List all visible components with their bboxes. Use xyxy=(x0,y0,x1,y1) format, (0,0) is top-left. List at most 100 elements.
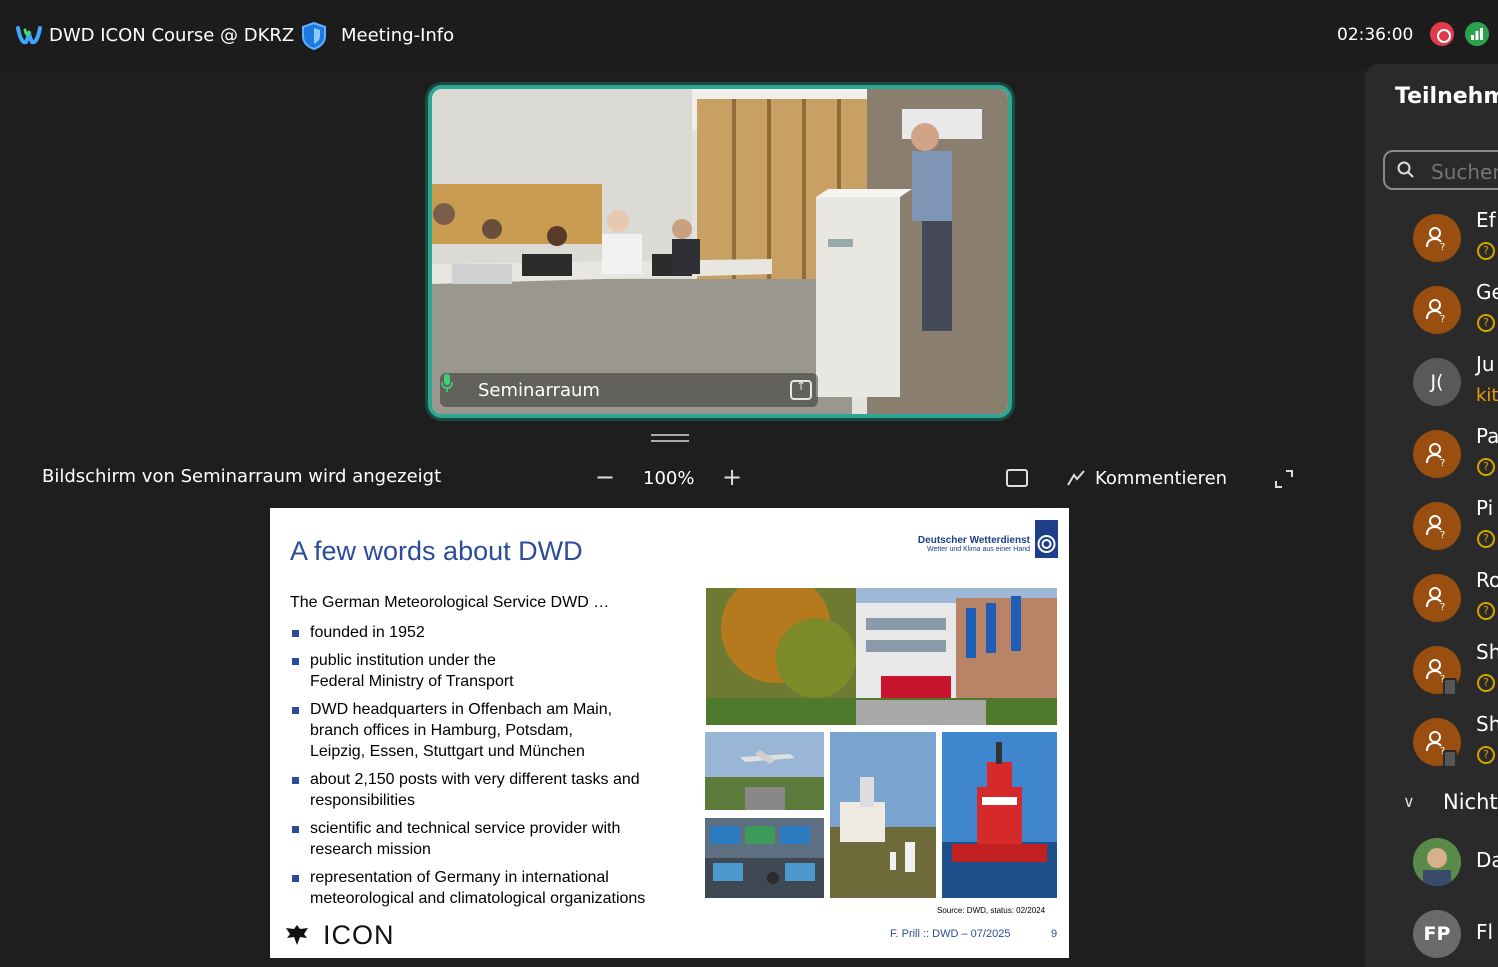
participant-name: Pi xyxy=(1476,496,1494,520)
guest-user-icon: ? xyxy=(1426,299,1445,323)
screen-share-status: Bildschirm von Seminarraum wird angezeig… xyxy=(42,466,442,487)
slide-bullet: DWD headquarters in Offenbach am Main, b… xyxy=(290,699,690,762)
guest-user-icon: ? xyxy=(1426,443,1445,467)
participant-row[interactable]: FP Fl xyxy=(1365,910,1498,967)
initials-avatar: FP xyxy=(1413,910,1461,958)
svg-text:?: ? xyxy=(1440,242,1445,251)
participant-name: Ef xyxy=(1476,208,1496,232)
participant-name: Ge xyxy=(1476,280,1498,304)
participant-name: Da xyxy=(1476,848,1498,872)
guest-status-icon: ? xyxy=(1477,602,1495,620)
meeting-title: DWD ICON Course @ DKRZ xyxy=(49,25,295,46)
meeting-timer: 02:36:00 xyxy=(1337,25,1414,45)
view-options-icon[interactable] xyxy=(1006,469,1028,487)
top-bar: DWD ICON Course @ DKRZ Meeting-Info 02:3… xyxy=(0,0,1498,70)
fullscreen-icon[interactable] xyxy=(1274,469,1294,489)
active-speaker-video[interactable]: Seminarraum xyxy=(428,85,1012,418)
mobile-device-icon xyxy=(1443,750,1457,768)
dwd-logo-tagline: Wetter und Klima aus einer Hand xyxy=(927,546,1030,553)
participant-row[interactable]: ? Sh ? xyxy=(1365,712,1498,788)
svg-text:?: ? xyxy=(1440,314,1445,323)
guest-avatar: ? xyxy=(1413,502,1461,550)
slide-page-number: 9 xyxy=(1051,928,1058,940)
participants-panel: Teilnehm ? Ef ? ? Ge ? J( Ju kit ? Pa ? … xyxy=(1365,64,1498,967)
video-participant-name: Seminarraum xyxy=(478,380,600,401)
user-photo xyxy=(1413,838,1461,886)
mobile-device-icon xyxy=(1443,678,1457,696)
network-signal-icon[interactable] xyxy=(1465,22,1489,46)
participant-row[interactable]: J( Ju kit xyxy=(1365,352,1498,428)
participant-row[interactable]: ? Pa ? xyxy=(1365,424,1498,500)
zoom-in-button[interactable]: + xyxy=(719,463,745,491)
photo-avatar xyxy=(1413,838,1461,886)
guest-status-icon: ? xyxy=(1477,746,1495,764)
dwd-headquarters-photo xyxy=(706,588,1057,725)
participant-name: Fl xyxy=(1476,920,1494,944)
guest-avatar: ? xyxy=(1413,430,1461,478)
guest-avatar: ? xyxy=(1413,214,1461,262)
section-header[interactable]: Nicht xyxy=(1443,790,1498,814)
guest-status-icon: ? xyxy=(1477,314,1495,332)
guest-status-icon: ? xyxy=(1477,674,1495,692)
participant-name: Sh xyxy=(1476,640,1498,664)
shared-slide: A few words about DWD Deutscher Wetterdi… xyxy=(270,508,1069,958)
measurement-buoy-photo xyxy=(942,732,1057,898)
initials-avatar: J( xyxy=(1413,358,1461,406)
slide-title: A few words about DWD xyxy=(290,536,583,566)
participant-row[interactable]: ? Sh ? xyxy=(1365,640,1498,716)
forecast-office-photo xyxy=(705,818,824,898)
popout-icon[interactable] xyxy=(790,379,812,400)
recording-icon[interactable] xyxy=(1430,22,1454,46)
participant-row[interactable]: ? Pi ? xyxy=(1365,496,1498,572)
dwd-logo: Deutscher Wetterdienst Wetter und Klima … xyxy=(912,535,1030,553)
microphone-icon xyxy=(441,374,453,392)
slide-bullet: scientific and technical service provide… xyxy=(290,818,690,860)
guest-user-icon: ? xyxy=(1426,587,1445,611)
guest-user-icon: ? xyxy=(1426,515,1445,539)
panel-title: Teilnehm xyxy=(1395,84,1498,109)
svg-text:?: ? xyxy=(1440,602,1445,611)
meeting-info-button[interactable]: Meeting-Info xyxy=(341,25,454,46)
guest-status-icon: ? xyxy=(1477,530,1495,548)
participant-subtitle: kit xyxy=(1476,385,1498,406)
search-input[interactable] xyxy=(1431,160,1498,184)
guest-user-icon: ? xyxy=(1426,227,1445,251)
guest-avatar: ? xyxy=(1413,286,1461,334)
guest-status-icon: ? xyxy=(1477,458,1495,476)
shield-icon[interactable] xyxy=(300,21,328,51)
annotate-button[interactable]: Kommentieren xyxy=(1095,468,1227,489)
slide-intro: The German Meteorological Service DWD … xyxy=(290,594,610,611)
weather-station-photo xyxy=(830,732,936,898)
participant-name: Ju xyxy=(1476,352,1495,376)
slide-footer: F. Prill :: DWD – 07/2025 xyxy=(890,928,1011,940)
participant-row[interactable]: ? Ro ? xyxy=(1365,568,1498,644)
participant-name: Sh xyxy=(1476,712,1498,736)
slide-bullet: about 2,150 posts with very different ta… xyxy=(290,769,690,811)
slide-bullet-list: founded in 1952 public institution under… xyxy=(290,622,690,916)
guest-status-icon: ? xyxy=(1477,242,1495,260)
chevron-down-icon[interactable]: ∨ xyxy=(1403,792,1415,811)
zoom-out-button[interactable]: − xyxy=(592,464,618,492)
seminar-room-video-feed xyxy=(432,89,1008,414)
svg-text:?: ? xyxy=(1440,458,1445,467)
resize-handle[interactable] xyxy=(651,434,689,442)
participant-search[interactable] xyxy=(1383,150,1498,190)
webex-logo-icon xyxy=(16,26,42,45)
dwd-logo-icon xyxy=(1035,520,1058,558)
participant-row[interactable]: ? Ge ? xyxy=(1365,280,1498,356)
slide-bullet: representation of Germany in internation… xyxy=(290,867,690,909)
svg-text:?: ? xyxy=(1440,530,1445,539)
dwd-logo-name: Deutscher Wetterdienst xyxy=(917,535,1030,546)
slide-bullet: founded in 1952 xyxy=(290,622,690,643)
participant-row[interactable]: ? Ef ? xyxy=(1365,208,1498,284)
zoom-level[interactable]: 100% xyxy=(643,468,694,489)
slide-source-note: Source: DWD, status: 02/2024 xyxy=(937,906,1046,915)
participant-row[interactable]: Da xyxy=(1365,838,1498,908)
participant-name: Pa xyxy=(1476,424,1498,448)
guest-avatar: ? xyxy=(1413,574,1461,622)
annotate-pen-icon[interactable] xyxy=(1066,469,1086,487)
federal-eagle-icon xyxy=(286,925,308,945)
airport-plane-photo xyxy=(705,732,824,810)
icon-model-logo: ICON xyxy=(323,920,395,950)
video-name-label: Seminarraum xyxy=(440,373,818,407)
